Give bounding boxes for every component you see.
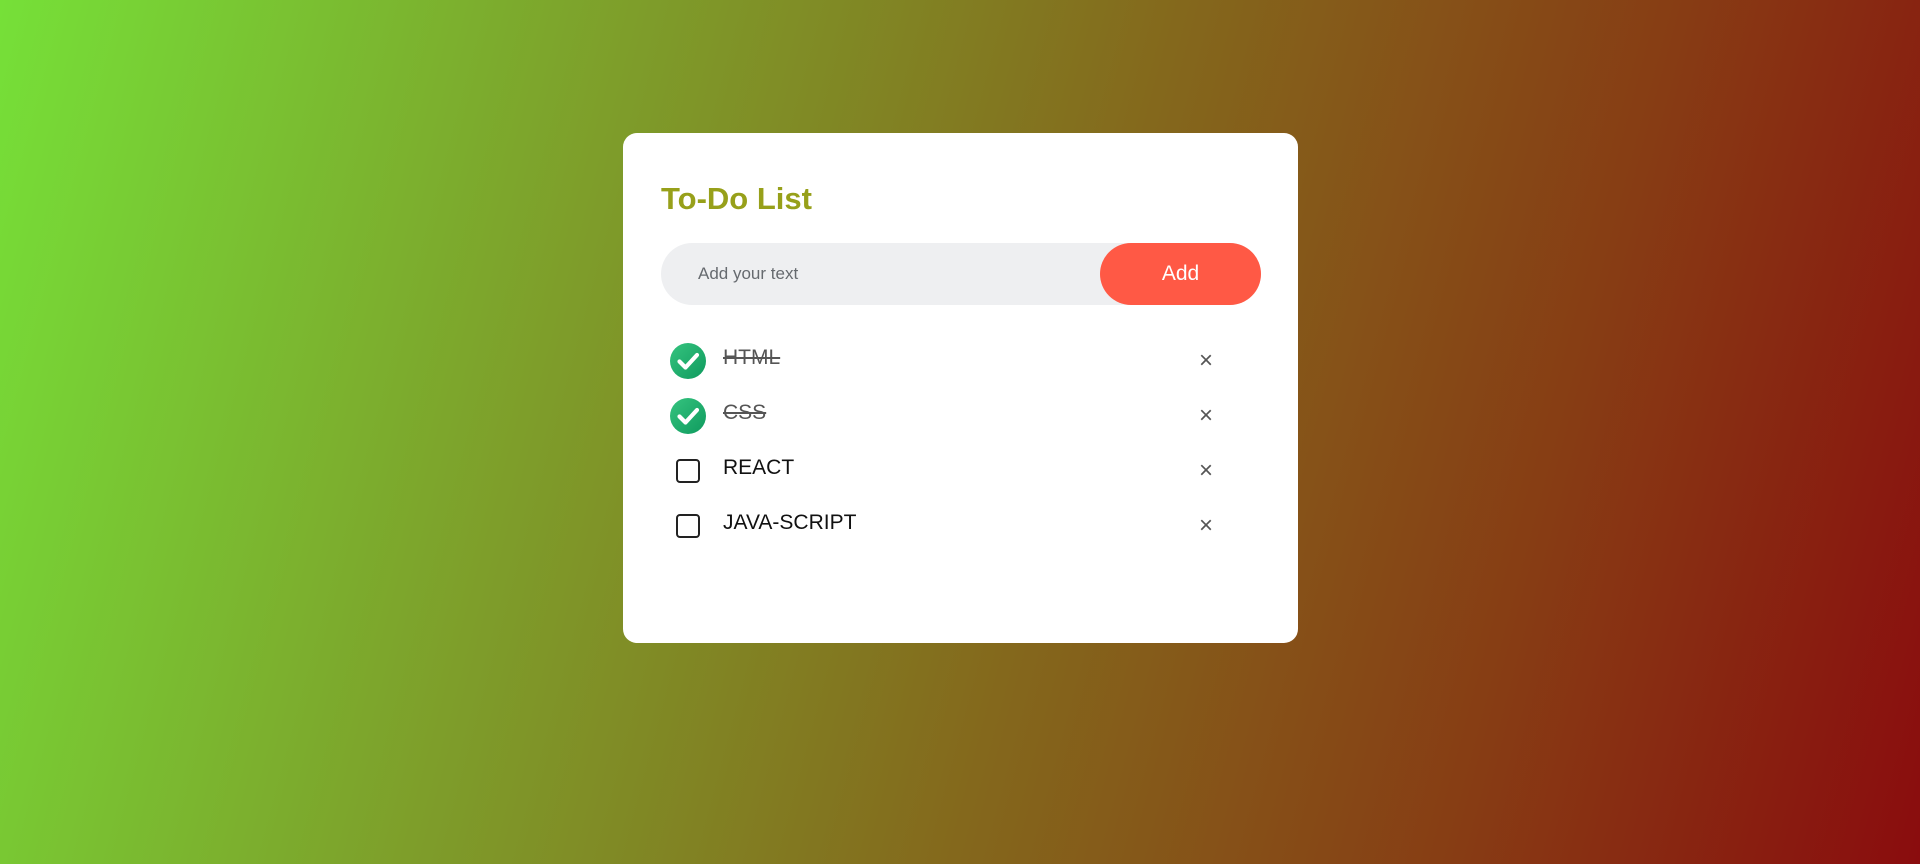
delete-task-button[interactable]: × (1188, 398, 1224, 434)
unchecked-box-icon[interactable] (670, 453, 706, 489)
delete-task-button[interactable]: × (1188, 508, 1224, 544)
close-icon: × (1198, 401, 1213, 429)
task-item[interactable]: HTML × (661, 333, 1260, 388)
add-button[interactable]: Add (1100, 243, 1261, 305)
todo-card: To-Do List Add HTML × CSS × REACT × (623, 133, 1298, 643)
close-icon: × (1198, 511, 1213, 539)
task-label: HTML (723, 345, 781, 369)
page-title: To-Do List (661, 181, 812, 216)
delete-task-button[interactable]: × (1188, 343, 1224, 379)
checked-circle-icon[interactable] (670, 342, 706, 379)
delete-task-button[interactable]: × (1188, 453, 1224, 489)
close-icon: × (1198, 346, 1213, 374)
task-list: HTML × CSS × REACT × JAVA-SCRIPT × (661, 333, 1260, 553)
task-input[interactable] (661, 243, 1100, 305)
unchecked-box-icon[interactable] (670, 508, 706, 544)
task-label: REACT (723, 455, 795, 479)
task-item[interactable]: REACT × (661, 443, 1260, 498)
add-task-row: Add (661, 243, 1261, 305)
task-label: CSS (723, 400, 767, 424)
checked-circle-icon[interactable] (670, 397, 706, 434)
close-icon: × (1198, 456, 1213, 484)
task-item[interactable]: JAVA-SCRIPT × (661, 498, 1260, 553)
task-item[interactable]: CSS × (661, 388, 1260, 443)
task-label: JAVA-SCRIPT (723, 510, 857, 534)
